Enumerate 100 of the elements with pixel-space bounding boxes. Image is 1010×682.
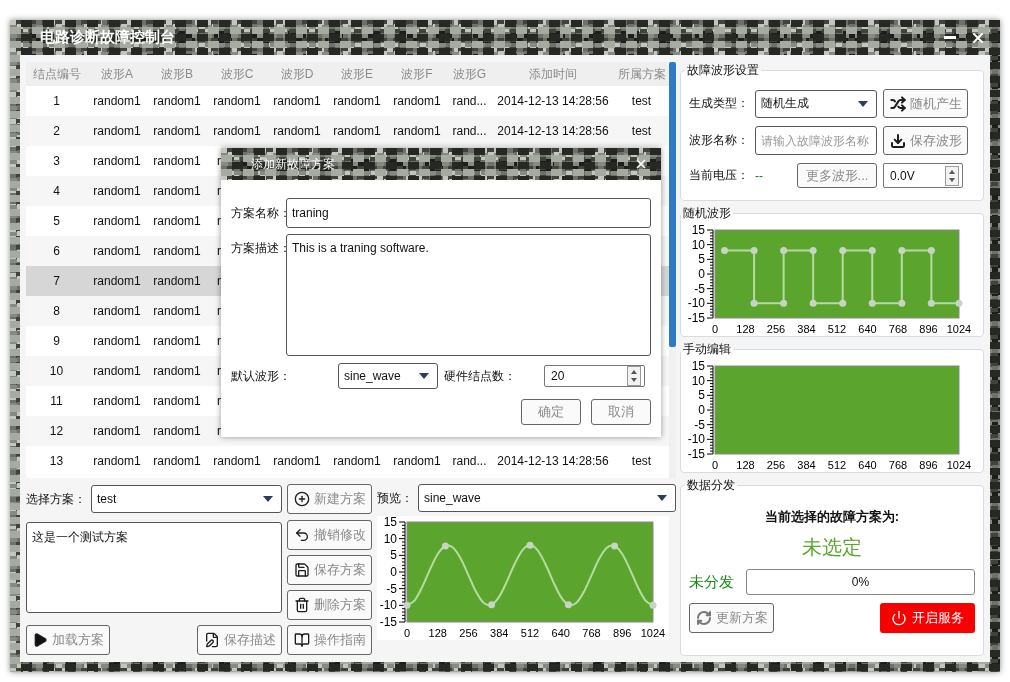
- random-generate-button[interactable]: 随机产生: [883, 89, 968, 118]
- table-cell: rand...: [452, 454, 487, 468]
- data-point: [750, 247, 758, 255]
- table-cell: random1: [393, 454, 441, 468]
- axis-label: 0: [403, 627, 411, 639]
- new-scheme-button[interactable]: 新建方案: [287, 484, 372, 514]
- table-cell: 2: [53, 124, 60, 138]
- table-cell: random1: [213, 94, 261, 108]
- axis-label: 768: [582, 627, 601, 639]
- spin-arrows-icon[interactable]: [945, 165, 959, 186]
- table-cell: r: [217, 214, 221, 228]
- axis-label: 512: [520, 627, 540, 639]
- axis-label: 256: [459, 627, 478, 639]
- node-count-spinbox[interactable]: 20: [544, 365, 645, 387]
- load-scheme-button[interactable]: 加载方案: [26, 625, 110, 655]
- spin-arrows-icon[interactable]: [627, 366, 641, 386]
- scheme-action-button[interactable]: 操作指南: [287, 625, 372, 655]
- table-cell: random1: [93, 394, 141, 408]
- selected-scheme-heading: 当前选择的故障方案为:: [764, 508, 900, 526]
- selected-scheme-name: 未选定: [802, 535, 862, 560]
- save-waveform-button[interactable]: 保存波形: [883, 126, 968, 155]
- table-cell: r: [217, 304, 221, 318]
- table-cell: random1: [93, 334, 141, 348]
- data-point: [927, 247, 935, 255]
- more-waveforms-button[interactable]: 更多波形...: [797, 163, 877, 188]
- table-cell: random1: [93, 244, 141, 258]
- table-cell: random1: [153, 124, 201, 138]
- data-point: [526, 541, 534, 549]
- play-icon: [32, 632, 48, 648]
- data-point: [721, 247, 729, 255]
- description-field[interactable]: This is a traning software.: [286, 234, 651, 356]
- table-cell: random1: [153, 454, 201, 468]
- column-header[interactable]: 波形C: [207, 62, 267, 86]
- table-cell: 6: [53, 244, 60, 258]
- table-row[interactable]: 2 random1 random1 random1 random1 random1 random1 rand... 2014-12-13 14:28:56 test: [26, 116, 669, 146]
- column-header[interactable]: 波形G: [447, 62, 492, 86]
- axis-label: 15: [691, 360, 705, 373]
- update-scheme-button[interactable]: 更新方案: [689, 603, 774, 633]
- table-cell: 5: [53, 214, 60, 228]
- table-cell: random1: [153, 244, 201, 258]
- minimize-icon: [944, 36, 956, 39]
- axis-label: -15: [687, 447, 705, 461]
- table-cell: 13: [49, 454, 64, 468]
- column-header[interactable]: 波形A: [87, 62, 147, 86]
- scheme-action-button[interactable]: 删除方案: [287, 590, 372, 620]
- field-label: 默认波形：: [231, 367, 292, 385]
- table-cell: r: [217, 244, 221, 258]
- column-header[interactable]: 波形E: [327, 62, 387, 86]
- axis-label: 128: [428, 627, 447, 639]
- axis-label: 5: [698, 252, 705, 267]
- trash-icon: [293, 597, 310, 613]
- table-cell: random1: [93, 304, 141, 318]
- table-cell: random1: [153, 154, 201, 168]
- axis-label: 10: [691, 373, 705, 388]
- field-label: 波形名称：: [689, 132, 749, 149]
- scrollbar[interactable]: [669, 62, 676, 347]
- column-header[interactable]: 波形B: [147, 62, 207, 86]
- column-header[interactable]: 波形D: [267, 62, 327, 86]
- table-cell: 9: [53, 334, 60, 348]
- table-cell: random1: [153, 304, 201, 318]
- scheme-action-button[interactable]: 撤销修改: [287, 520, 372, 550]
- table-cell: random1: [333, 454, 381, 468]
- name-field[interactable]: traning: [286, 198, 651, 228]
- start-service-button[interactable]: 开启服务: [880, 603, 975, 633]
- table-cell: test: [631, 94, 652, 108]
- field-label: 方案描述：: [231, 240, 286, 257]
- data-point: [649, 601, 657, 609]
- dialog-button[interactable]: 确定: [521, 399, 581, 425]
- group-title: 手动编辑: [682, 341, 732, 358]
- scheme-dropdown[interactable]: test: [91, 485, 282, 513]
- column-header[interactable]: 添加时间: [492, 62, 614, 86]
- table-cell: r: [217, 364, 221, 378]
- dialog-button[interactable]: 取消: [591, 399, 651, 425]
- description-field[interactable]: 这是一个测试方案: [26, 522, 282, 613]
- axis-label: 15: [383, 516, 397, 529]
- column-header[interactable]: 波形F: [387, 62, 447, 86]
- table-cell: 2014-12-13 14:28:56: [497, 94, 609, 108]
- axis-label: 1024: [946, 459, 972, 471]
- axis-label: 768: [888, 459, 908, 471]
- table-cell: r: [217, 334, 221, 348]
- table-cell: random1: [153, 274, 201, 288]
- preview-dropdown[interactable]: sine_wave: [418, 484, 676, 512]
- axis-label: 5: [390, 548, 397, 563]
- column-header[interactable]: 所属方案: [614, 62, 669, 86]
- column-header[interactable]: 结点编号: [26, 62, 87, 86]
- voltage-spinbox[interactable]: 0.0V: [883, 163, 963, 188]
- refresh-icon: [695, 610, 712, 626]
- data-point: [868, 299, 876, 307]
- axis-label: 512: [827, 323, 847, 335]
- save-description-button[interactable]: 保存描述: [197, 625, 282, 655]
- type-dropdown[interactable]: 随机生成: [755, 89, 877, 118]
- dropdown-arrow-icon: [419, 373, 429, 379]
- data-point: [955, 299, 963, 307]
- wave-dropdown[interactable]: sine_wave: [338, 363, 438, 389]
- scheme-action-button[interactable]: 保存方案: [287, 555, 372, 585]
- axis-label: 768: [888, 323, 908, 335]
- table-cell: 11: [50, 394, 63, 408]
- waveform-name-field[interactable]: 请输入故障波形名称: [755, 126, 877, 155]
- table-cell: 10: [49, 364, 64, 378]
- plus-icon: [293, 491, 310, 507]
